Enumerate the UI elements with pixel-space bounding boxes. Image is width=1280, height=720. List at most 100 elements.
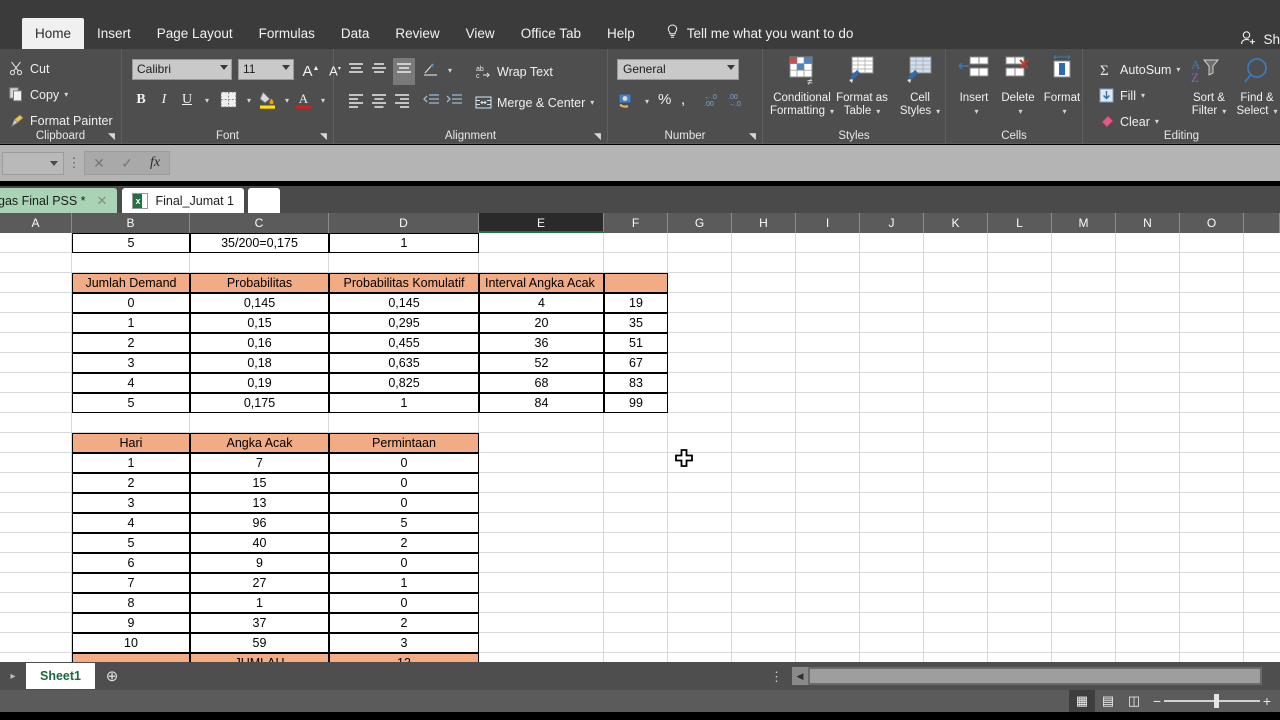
grid-cell[interactable] bbox=[0, 433, 72, 453]
grid-cell[interactable] bbox=[988, 513, 1052, 533]
grid-cell[interactable] bbox=[1116, 613, 1180, 633]
grid-cell[interactable] bbox=[1180, 653, 1244, 662]
table-data-cell[interactable]: 68 bbox=[479, 373, 604, 393]
grid-cell[interactable] bbox=[1116, 593, 1180, 613]
grid-cell[interactable] bbox=[604, 633, 668, 653]
grid-cell[interactable] bbox=[1180, 493, 1244, 513]
table-data-cell[interactable]: 1 bbox=[72, 453, 190, 473]
grid-cell[interactable] bbox=[732, 593, 796, 613]
table-data-cell[interactable]: 67 bbox=[604, 353, 668, 373]
chevron-down-icon[interactable]: ▾ bbox=[64, 90, 68, 99]
grid-cell[interactable] bbox=[668, 473, 732, 493]
format-cells-button[interactable]: Format ▾ bbox=[1040, 54, 1084, 118]
table-data-cell[interactable]: 4 bbox=[479, 293, 604, 313]
autosum-button[interactable]: Σ AutoSum ▾ bbox=[1098, 58, 1181, 81]
grid-cell[interactable] bbox=[0, 273, 72, 293]
font-color-button[interactable]: A bbox=[295, 90, 312, 114]
grid-cell[interactable] bbox=[1052, 233, 1116, 253]
grid-cell[interactable] bbox=[668, 353, 732, 373]
grid-cell[interactable] bbox=[1116, 653, 1180, 662]
grid-cell[interactable] bbox=[796, 613, 860, 633]
grid-cell[interactable] bbox=[479, 593, 604, 613]
chevron-down-icon[interactable]: ▾ bbox=[321, 96, 325, 105]
grid-cell[interactable] bbox=[988, 433, 1052, 453]
name-box[interactable] bbox=[2, 151, 64, 175]
column-header-j[interactable]: J bbox=[860, 213, 924, 233]
grid-cell[interactable] bbox=[860, 233, 924, 253]
grid-cell[interactable] bbox=[479, 613, 604, 633]
grid-cell[interactable] bbox=[479, 453, 604, 473]
table-header-cell[interactable]: Hari bbox=[72, 433, 190, 453]
tab-review[interactable]: Review bbox=[382, 18, 452, 49]
table-data-cell[interactable]: 84 bbox=[479, 393, 604, 413]
column-header-h[interactable]: H bbox=[732, 213, 796, 233]
column-header-f[interactable]: F bbox=[604, 213, 668, 233]
font-name-combobox[interactable]: Calibri bbox=[132, 59, 232, 80]
table-data-cell[interactable]: 6 bbox=[72, 553, 190, 573]
grid-cell[interactable] bbox=[0, 353, 72, 373]
table-data-cell[interactable]: 0 bbox=[329, 553, 479, 573]
grid-cell[interactable] bbox=[860, 373, 924, 393]
grid-cell[interactable] bbox=[796, 593, 860, 613]
grid-cell[interactable] bbox=[1052, 453, 1116, 473]
table-data-cell[interactable]: 0,19 bbox=[190, 373, 329, 393]
grid-cell[interactable] bbox=[1116, 513, 1180, 533]
grid-cell[interactable] bbox=[796, 653, 860, 662]
grid-cell[interactable] bbox=[1180, 273, 1244, 293]
grid-cell[interactable] bbox=[796, 453, 860, 473]
grid-cell[interactable] bbox=[668, 393, 732, 413]
table-data-cell[interactable]: 1 bbox=[329, 393, 479, 413]
grid-cell[interactable] bbox=[1052, 313, 1116, 333]
font-dialog-launcher[interactable]: ◥ bbox=[320, 132, 329, 141]
chevron-down-icon[interactable]: ▾ bbox=[1273, 107, 1277, 116]
grid-cell[interactable] bbox=[0, 573, 72, 593]
grid-cell[interactable] bbox=[988, 653, 1052, 662]
grid-cell[interactable] bbox=[796, 433, 860, 453]
orientation-button[interactable] bbox=[422, 60, 440, 82]
sort-filter-button[interactable]: AZ Sort & Filter ▾ bbox=[1188, 55, 1230, 118]
grid-cell[interactable] bbox=[0, 253, 72, 273]
table-data-cell[interactable]: 3 bbox=[72, 493, 190, 513]
grid-cell[interactable] bbox=[860, 313, 924, 333]
enter-formula-button[interactable]: ✓ bbox=[113, 155, 141, 172]
grid-cell[interactable] bbox=[988, 253, 1052, 273]
table-data-cell[interactable]: 0 bbox=[72, 293, 190, 313]
grid-cell[interactable] bbox=[1116, 433, 1180, 453]
grid-cell[interactable] bbox=[924, 433, 988, 453]
grid-cell[interactable] bbox=[732, 273, 796, 293]
grid-cell[interactable] bbox=[988, 473, 1052, 493]
grid-cell[interactable] bbox=[1052, 593, 1116, 613]
grid-cell[interactable] bbox=[1052, 613, 1116, 633]
grid-cell[interactable] bbox=[796, 373, 860, 393]
grid-cell[interactable] bbox=[668, 633, 732, 653]
grid-cell[interactable] bbox=[1180, 513, 1244, 533]
chevron-down-icon[interactable]: ▾ bbox=[876, 107, 880, 116]
table-data-cell[interactable]: 83 bbox=[604, 373, 668, 393]
grid-cell[interactable] bbox=[988, 313, 1052, 333]
grid-cell[interactable] bbox=[988, 233, 1052, 253]
chevron-down-icon[interactable]: ▾ bbox=[1141, 91, 1145, 100]
grid-cell[interactable] bbox=[924, 473, 988, 493]
align-middle-button[interactable] bbox=[370, 61, 388, 82]
grid-cell[interactable] bbox=[732, 553, 796, 573]
grid-cell[interactable] bbox=[796, 533, 860, 553]
insert-cells-button[interactable]: Insert ▾ bbox=[952, 55, 996, 118]
format-as-table-button[interactable]: Format as Table ▾ bbox=[829, 55, 895, 118]
grid-cell[interactable] bbox=[988, 633, 1052, 653]
grid-cell[interactable] bbox=[604, 513, 668, 533]
table-data-cell[interactable]: 1 bbox=[329, 573, 479, 593]
table-data-cell[interactable]: 3 bbox=[329, 633, 479, 653]
grid-cell[interactable] bbox=[668, 433, 732, 453]
column-header-n[interactable]: N bbox=[1116, 213, 1180, 233]
table-data-cell[interactable]: 0,295 bbox=[329, 313, 479, 333]
table-header-cell[interactable]: Jumlah Demand bbox=[72, 273, 190, 293]
table-data-cell[interactable]: 13 bbox=[190, 493, 329, 513]
table-data-cell[interactable]: 0,635 bbox=[329, 353, 479, 373]
grid-cell[interactable] bbox=[796, 573, 860, 593]
page-break-view-button[interactable]: ◫ bbox=[1121, 690, 1147, 712]
column-header-l[interactable]: L bbox=[988, 213, 1052, 233]
grid-cell[interactable] bbox=[732, 533, 796, 553]
grid-cell[interactable] bbox=[732, 293, 796, 313]
number-dialog-launcher[interactable]: ◥ bbox=[749, 132, 758, 141]
grid-cell[interactable] bbox=[1180, 413, 1244, 433]
